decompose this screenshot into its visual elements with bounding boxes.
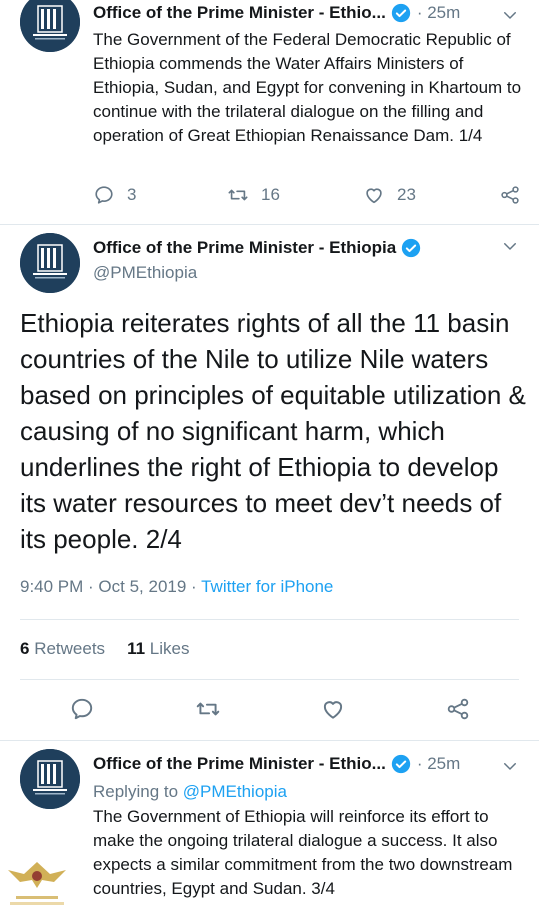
share-button[interactable] <box>499 184 521 206</box>
share-icon <box>501 186 519 204</box>
replying-to: Replying to @PMEthiopia <box>93 782 287 802</box>
likes-link[interactable]: 11 Likes <box>127 639 189 658</box>
engagement-counts: 6 Retweets 11 Likes <box>20 639 189 659</box>
retweets-link[interactable]: 6 Retweets <box>20 639 105 658</box>
verified-icon <box>391 3 410 23</box>
retweet-button[interactable] <box>195 696 221 722</box>
caret-down-icon[interactable] <box>501 237 519 255</box>
tweet-time[interactable]: · 25m <box>417 754 460 774</box>
tweet-source[interactable]: Twitter for iPhone <box>201 577 333 596</box>
tweet-text: The Government of the Federal Democratic… <box>93 30 522 145</box>
caret-down-icon[interactable] <box>501 757 519 775</box>
retweet-count: 16 <box>261 185 280 204</box>
reply-icon <box>71 698 93 720</box>
divider <box>0 224 539 225</box>
like-count: 11 <box>127 639 146 658</box>
avatar[interactable] <box>20 233 80 293</box>
verified-icon <box>391 754 410 774</box>
office-logo-icon <box>20 0 80 52</box>
share-icon <box>447 698 469 720</box>
like-icon <box>323 701 343 719</box>
share-button[interactable] <box>445 696 471 722</box>
tweet-actions <box>0 696 539 726</box>
caret-down-icon[interactable] <box>501 6 519 24</box>
office-logo-icon <box>20 233 80 293</box>
watermark-logo <box>2 852 72 910</box>
tweet-time[interactable]: · 25m <box>417 3 460 23</box>
tweet-timestamp[interactable]: 9:40 PM · Oct 5, 2019 · <box>20 577 201 596</box>
retweet-icon <box>228 189 248 201</box>
retweet-button[interactable]: 16 <box>227 184 280 206</box>
author-name[interactable]: Office of the Prime Minister - Ethio... <box>93 754 386 774</box>
retweet-icon <box>196 702 220 716</box>
like-count: 23 <box>397 185 416 204</box>
verified-icon <box>402 238 421 258</box>
reply-icon <box>95 186 113 204</box>
tweet-text: Ethiopia reiterates rights of all the 11… <box>20 308 526 554</box>
author-name[interactable]: Office of the Prime Minister - Ethiopia <box>93 238 396 258</box>
like-button[interactable]: 23 <box>363 184 416 206</box>
author-name[interactable]: Office of the Prime Minister - Ethio... <box>93 3 386 23</box>
like-button[interactable] <box>320 696 346 722</box>
eagle-emblem-icon <box>8 862 66 905</box>
reply-button[interactable] <box>69 696 95 722</box>
retweet-label: Retweets <box>29 639 106 658</box>
avatar[interactable] <box>20 749 80 809</box>
reply-button[interactable]: 3 <box>93 184 136 206</box>
like-label: Likes <box>145 639 190 658</box>
divider <box>20 619 519 620</box>
divider <box>20 679 519 680</box>
avatar[interactable] <box>20 0 80 52</box>
author-handle[interactable]: @PMEthiopia <box>93 263 197 283</box>
tweet-meta: 9:40 PM · Oct 5, 2019 · Twitter for iPho… <box>20 577 333 597</box>
tweet-text: The Government of Ethiopia will reinforc… <box>93 807 513 898</box>
like-icon <box>366 188 382 204</box>
divider <box>0 740 539 741</box>
office-logo-icon <box>20 749 80 809</box>
replying-label: Replying to <box>93 782 183 801</box>
replying-mention[interactable]: @PMEthiopia <box>183 782 287 801</box>
reply-count: 3 <box>127 185 137 204</box>
